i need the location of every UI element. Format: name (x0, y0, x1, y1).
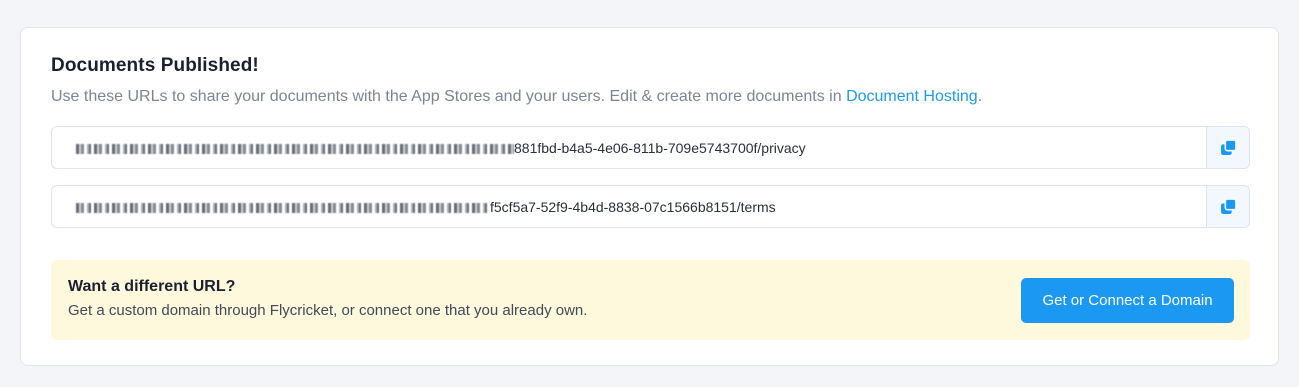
redacted-url-prefix (76, 143, 514, 154)
subtitle-text: Use these URLs to share your documents w… (51, 88, 847, 105)
custom-domain-banner: Want a different URL? Get a custom domai… (51, 260, 1250, 340)
subtitle: Use these URLs to share your documents w… (51, 88, 982, 106)
page-title: Documents Published! (51, 55, 259, 76)
copy-privacy-url-button[interactable] (1206, 127, 1249, 168)
terms-url-field[interactable]: f5cf5a7-52f9-4b4d-8838-07c1566b8151/term… (51, 185, 1250, 228)
subtitle-end: . (977, 88, 983, 105)
document-hosting-link[interactable]: Document Hosting (846, 88, 978, 105)
terms-url-suffix: f5cf5a7-52f9-4b4d-8838-07c1566b8151/term… (490, 198, 776, 215)
copy-icon (1220, 139, 1237, 155)
connect-domain-button[interactable]: Get or Connect a Domain (1021, 278, 1234, 323)
promo-description: Get a custom domain through Flycricket, … (68, 302, 588, 319)
promo-title: Want a different URL? (68, 278, 236, 295)
copy-terms-url-button[interactable] (1206, 186, 1249, 227)
published-card: Documents Published! Use these URLs to s… (20, 27, 1279, 366)
privacy-url-suffix: 881fbd-b4a5-4e06-811b-709e5743700f/priva… (514, 139, 806, 156)
terms-url-text[interactable]: f5cf5a7-52f9-4b4d-8838-07c1566b8151/term… (52, 199, 1206, 215)
privacy-url-text[interactable]: 881fbd-b4a5-4e06-811b-709e5743700f/priva… (52, 140, 1206, 156)
privacy-url-field[interactable]: 881fbd-b4a5-4e06-811b-709e5743700f/priva… (51, 126, 1250, 169)
copy-icon (1220, 198, 1237, 214)
redacted-url-prefix (76, 202, 490, 213)
